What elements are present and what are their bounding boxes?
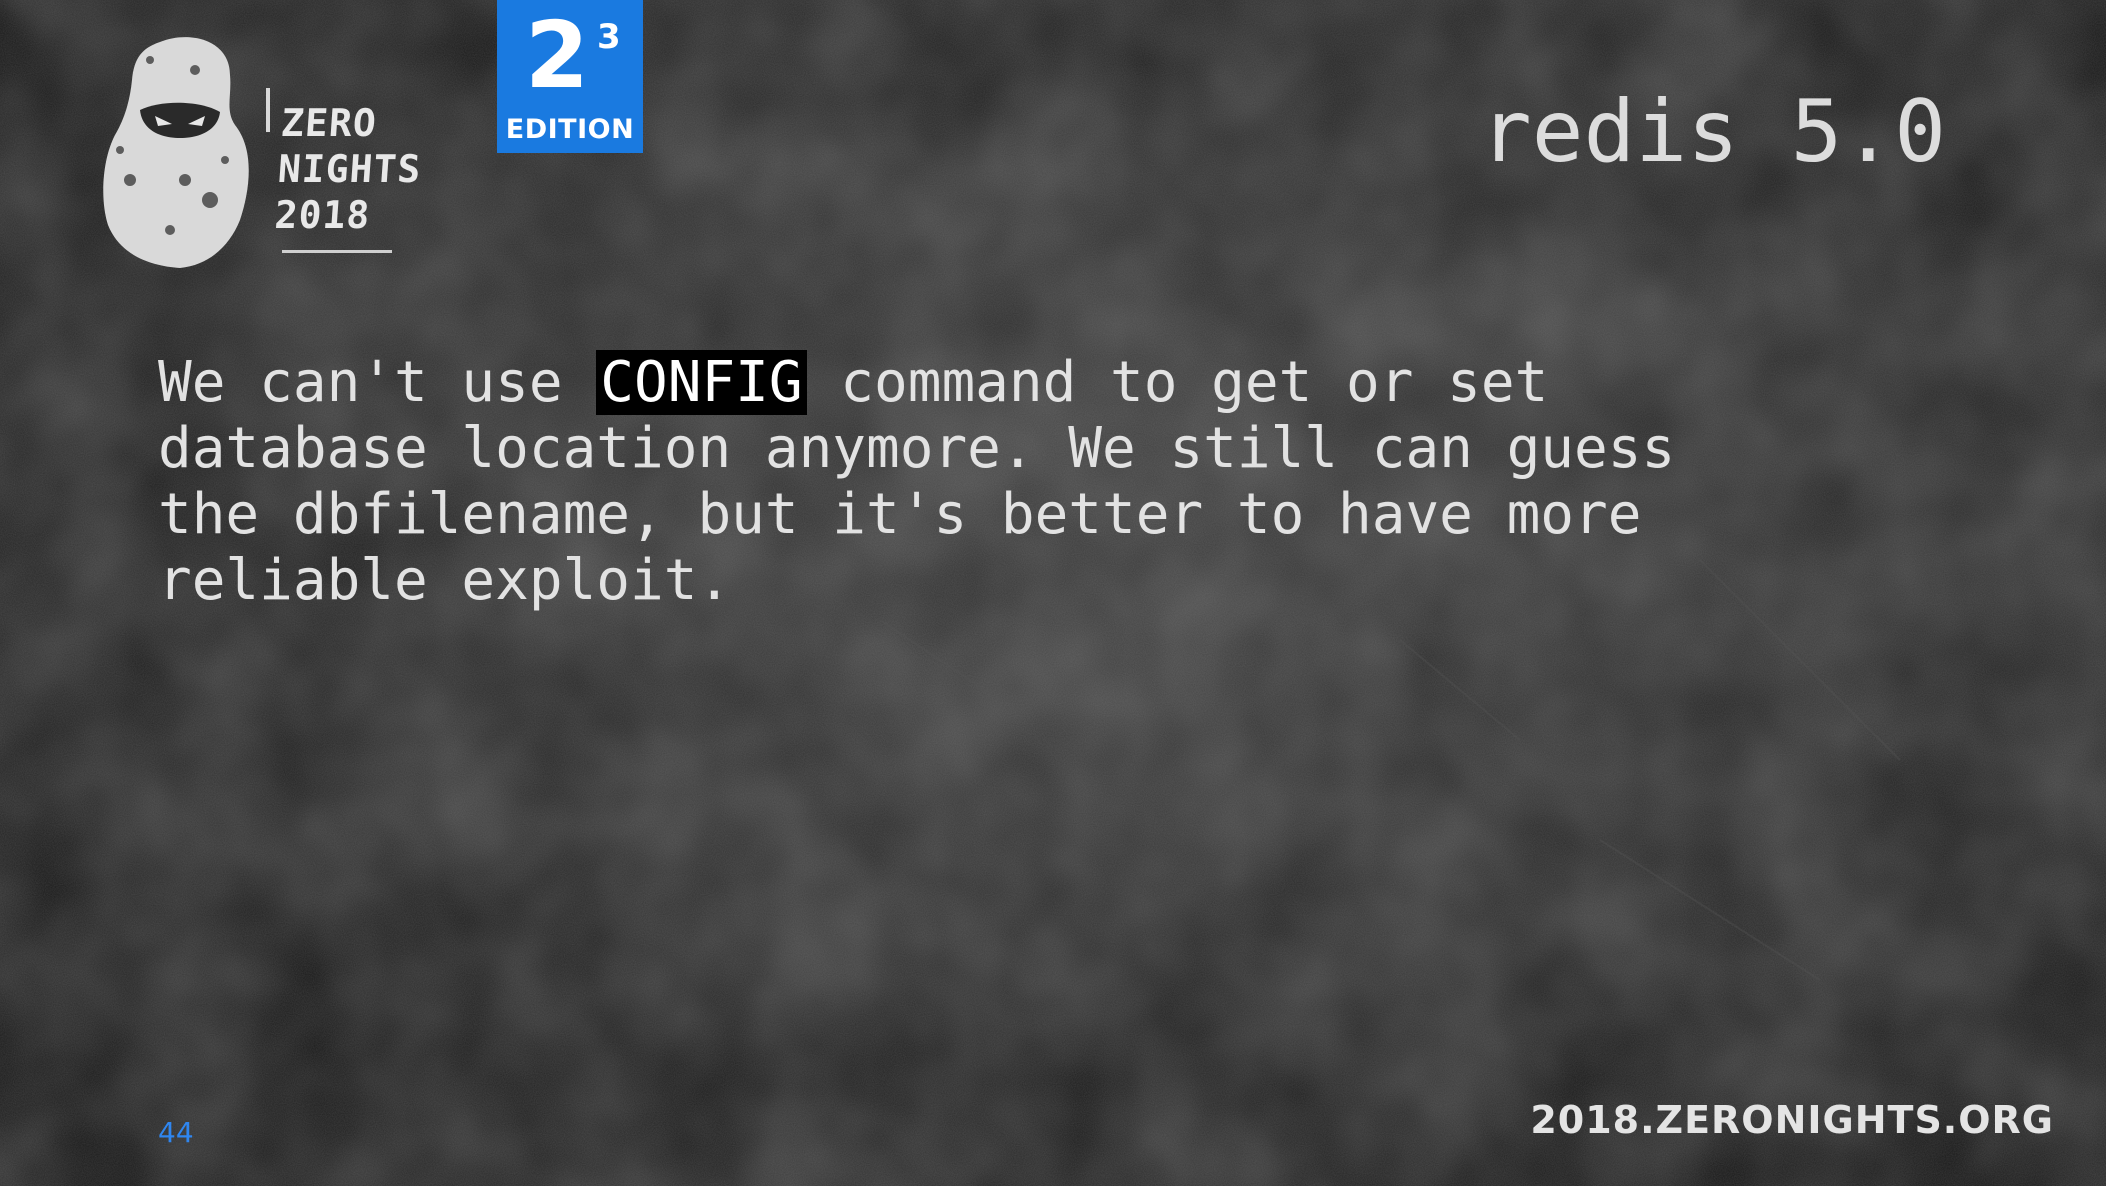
edition-label: EDITION (505, 114, 635, 145)
page-number: 44 (158, 1116, 194, 1149)
body-line-2: database location anymore. We still can … (158, 416, 1676, 481)
footer-url: 2018.ZERONIGHTS.ORG (1530, 1098, 2054, 1142)
hooded-figure-icon (103, 37, 249, 268)
body-line-1-part-2: command to get or set (806, 350, 1549, 415)
slide-body: We can't use CONFIG command to get or se… (158, 350, 1958, 614)
logo-line-3: 2018 (273, 193, 372, 237)
logo-wordmark: ZERO NIGHTS 2018 (273, 100, 426, 238)
logo-bracket-line (266, 88, 270, 132)
body-line-4: reliable exploit. (158, 548, 732, 613)
body-line-1-part-1: We can't use (158, 350, 597, 415)
slide-title: redis 5.0 (1480, 82, 1946, 182)
logo-line-1: ZERO (279, 101, 379, 145)
edition-exponent: 3 (597, 17, 621, 57)
edition-base: 2 (525, 2, 590, 109)
logo-line-2: NIGHTS (276, 147, 423, 191)
edition-badge: 2 3 EDITION (497, 0, 643, 153)
logo-underline (282, 250, 392, 253)
body-line-3: the dbfilename, but it's better to have … (158, 482, 1642, 547)
config-command-highlight: CONFIG (596, 350, 807, 415)
slide: ZERO NIGHTS 2018 2 3 EDITION redis 5.0 W… (0, 0, 2106, 1186)
body-line-1: We can't use CONFIG command to get or se… (158, 350, 1958, 416)
